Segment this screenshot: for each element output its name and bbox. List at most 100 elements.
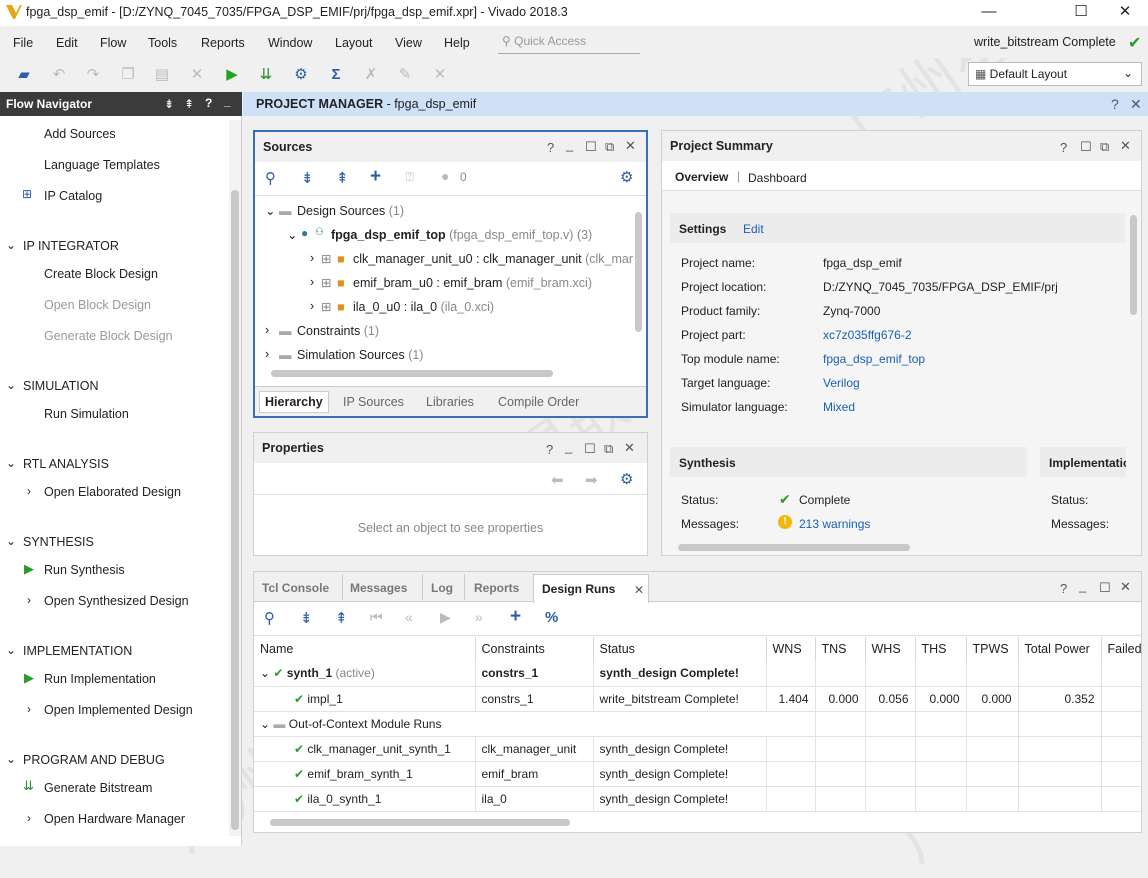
- search-icon[interactable]: ⚲: [265, 169, 276, 187]
- chevron-right-icon[interactable]: ›: [310, 275, 314, 289]
- help-icon[interactable]: ?: [1060, 140, 1067, 155]
- menu-layout[interactable]: Layout: [335, 36, 373, 50]
- disabled-tool-icon[interactable]: ✎: [394, 64, 416, 86]
- previous-icon[interactable]: «: [405, 609, 413, 625]
- undo-icon[interactable]: ↶: [48, 64, 70, 86]
- menu-view[interactable]: View: [395, 36, 422, 50]
- settings-edit-link[interactable]: Edit: [743, 222, 764, 236]
- col-failed[interactable]: Failed: [1101, 637, 1141, 661]
- flow-nav-scrollbar[interactable]: [229, 120, 241, 836]
- summary-value-top-module[interactable]: fpga_dsp_emif_top: [823, 352, 925, 366]
- col-ths[interactable]: THS: [915, 637, 967, 661]
- close-icon[interactable]: ✕: [1120, 138, 1131, 154]
- tree-design-sources[interactable]: Design Sources (1): [297, 204, 404, 218]
- settings-gear-icon[interactable]: ⚙: [620, 470, 633, 488]
- help-icon[interactable]: ?: [546, 442, 553, 457]
- expand-all-icon[interactable]: ⇞: [335, 609, 348, 627]
- scrollbar-thumb[interactable]: [678, 544, 910, 551]
- tab-hierarchy[interactable]: Hierarchy: [259, 391, 329, 413]
- maximize-panel-icon[interactable]: ☐: [1099, 580, 1111, 596]
- minimize-panel-icon[interactable]: _: [565, 439, 572, 454]
- fn-ip-catalog[interactable]: IP Catalog: [44, 189, 102, 203]
- summary-value-project-part[interactable]: xc7z035ffg676-2: [823, 328, 912, 342]
- open-folder-icon[interactable]: ▰: [13, 64, 35, 86]
- summary-vscrollbar[interactable]: [1128, 201, 1140, 541]
- fn-section-rtl-analysis[interactable]: RTL ANALYSIS: [23, 457, 109, 471]
- close-icon[interactable]: ✕: [1130, 96, 1142, 113]
- col-status[interactable]: Status: [593, 637, 767, 661]
- copy-icon[interactable]: ❐: [117, 64, 139, 86]
- menu-window[interactable]: Window: [268, 36, 312, 50]
- fn-section-simulation[interactable]: SIMULATION: [23, 379, 98, 393]
- minimize-panel-icon[interactable]: _: [566, 137, 573, 152]
- chevron-down-icon[interactable]: ⌄: [6, 456, 16, 470]
- chevron-down-icon[interactable]: ⌄: [265, 203, 275, 218]
- collapse-all-icon[interactable]: ⇟: [301, 169, 314, 187]
- tab-log[interactable]: Log: [431, 581, 453, 595]
- col-tpws[interactable]: TPWS: [966, 637, 1019, 661]
- unknown-file-icon[interactable]: ⍰: [406, 169, 414, 185]
- col-constraints[interactable]: Constraints: [475, 637, 594, 661]
- tree-simulation-sources[interactable]: Simulation Sources (1): [297, 348, 423, 362]
- col-tns[interactable]: TNS: [815, 637, 866, 661]
- play-icon[interactable]: ▶: [440, 609, 451, 626]
- maximize-panel-icon[interactable]: ☐: [1080, 139, 1092, 155]
- tree-vscrollbar[interactable]: [633, 198, 645, 370]
- disabled-tool-icon[interactable]: ✗: [360, 64, 382, 86]
- minimize-button[interactable]: —: [966, 0, 1012, 26]
- tree-clk-manager[interactable]: clk_manager_unit_u0 : clk_manager_unit (…: [353, 252, 633, 266]
- fn-language-templates[interactable]: Language Templates: [44, 158, 160, 172]
- col-whs[interactable]: WHS: [865, 637, 916, 661]
- chevron-down-icon[interactable]: ⌄: [6, 378, 16, 392]
- tab-messages[interactable]: Messages: [350, 581, 407, 595]
- forward-arrow-icon[interactable]: ➡: [585, 471, 598, 489]
- summary-value-target-language[interactable]: Verilog: [823, 376, 860, 390]
- chevron-right-icon[interactable]: ›: [265, 323, 269, 337]
- paste-icon[interactable]: ▤: [151, 64, 173, 86]
- table-row[interactable]: ⌄ ▬ Out-of-Context Module Runs: [254, 711, 1141, 737]
- help-icon[interactable]: ?: [205, 96, 212, 110]
- tree-top-module[interactable]: fpga_dsp_emif_top (fpga_dsp_emif_top.v) …: [331, 228, 592, 242]
- generate-bitstream-icon[interactable]: ⇊: [255, 64, 277, 86]
- settings-gear-icon[interactable]: ⚙: [290, 64, 312, 86]
- disabled-tool-icon[interactable]: ✕: [429, 64, 451, 86]
- tree-ila[interactable]: ila_0_u0 : ila_0 (ila_0.xci): [353, 300, 494, 314]
- close-icon[interactable]: ✕: [634, 583, 644, 597]
- redo-icon[interactable]: ↷: [82, 64, 104, 86]
- table-row[interactable]: ✔ clk_manager_unit_synth_1 clk_manager_u…: [254, 736, 1141, 762]
- fn-open-block-design[interactable]: Open Block Design: [44, 298, 151, 312]
- chevron-down-icon[interactable]: ⌄: [287, 227, 297, 242]
- fn-open-synthesized-design[interactable]: Open Synthesized Design: [44, 594, 189, 608]
- scrollbar-thumb[interactable]: [635, 212, 642, 332]
- table-row[interactable]: ⌄ ✔ synth_1 (active) constrs_1 synth_des…: [254, 661, 1141, 687]
- collapse-all-icon[interactable]: ⇟: [300, 609, 313, 627]
- close-icon[interactable]: ✕: [1120, 579, 1131, 595]
- chevron-down-icon[interactable]: ⌄: [6, 752, 16, 766]
- fn-open-implemented-design[interactable]: Open Implemented Design: [44, 703, 193, 717]
- percent-icon[interactable]: %: [545, 609, 558, 626]
- next-icon[interactable]: »: [475, 609, 483, 625]
- chevron-right-icon[interactable]: ›: [265, 347, 269, 361]
- maximize-panel-icon[interactable]: ☐: [585, 139, 597, 155]
- float-panel-icon[interactable]: ⧉: [1100, 139, 1109, 155]
- expand-all-icon[interactable]: ⇞: [336, 169, 349, 187]
- menu-file[interactable]: File: [13, 36, 33, 50]
- quick-access-input[interactable]: ⚲ Quick Access: [498, 32, 640, 54]
- tab-libraries[interactable]: Libraries: [426, 395, 474, 409]
- close-button[interactable]: ✕: [1102, 0, 1148, 26]
- float-panel-icon[interactable]: ⧉: [604, 441, 613, 457]
- tab-design-runs[interactable]: Design Runs: [542, 582, 615, 596]
- collapse-all-icon[interactable]: ⇟: [164, 97, 174, 111]
- menu-tools[interactable]: Tools: [148, 36, 177, 50]
- tree-hscrollbar[interactable]: [259, 368, 631, 378]
- fn-run-implementation[interactable]: Run Implementation: [44, 672, 156, 686]
- scrollbar-thumb[interactable]: [271, 370, 553, 377]
- chevron-right-icon[interactable]: ›: [27, 702, 31, 716]
- run-icon[interactable]: ▶: [221, 64, 243, 86]
- tab-overview[interactable]: Overview: [675, 170, 728, 184]
- chevron-right-icon[interactable]: ›: [310, 251, 314, 265]
- fn-add-sources[interactable]: Add Sources: [44, 127, 116, 141]
- chevron-right-icon[interactable]: ›: [27, 811, 31, 825]
- float-panel-icon[interactable]: ⧉: [605, 139, 614, 155]
- fn-generate-bitstream[interactable]: Generate Bitstream: [44, 781, 152, 795]
